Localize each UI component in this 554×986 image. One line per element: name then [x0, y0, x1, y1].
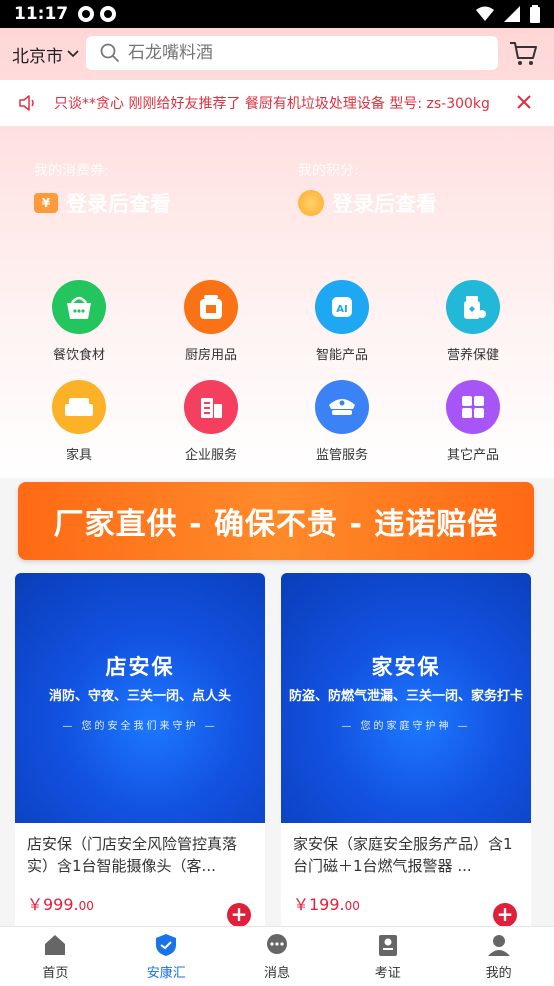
tab-label: 首页 [42, 966, 69, 981]
category-label: 企业服务 [184, 448, 237, 463]
category-other[interactable]: 其它产品 [428, 380, 518, 463]
app-notification-icon [78, 6, 95, 22]
search-input[interactable] [128, 43, 468, 63]
price-main: ￥199. [293, 895, 345, 914]
city-label: 北京市 [12, 46, 63, 67]
police-cap-icon [315, 380, 369, 434]
user-assets: 我的消费券: ¥ 登录后查看 我的积分: 登录后查看 [0, 160, 554, 240]
svg-text:AI: AI [336, 304, 347, 315]
food-basket-icon [52, 280, 106, 334]
product-image: 家安保 防盗、防燃气泄漏、三关一闭、家务打卡 — 您的家庭守护神 — [281, 573, 531, 823]
product-title: 家安保（家庭安全服务产品）含1台门磁＋1台燃气报警器 ... [293, 835, 513, 875]
product-card[interactable]: 店安保 消防、守夜、三关一闭、点人头 — 您的安全我们来守护 — 店安保（门店安… [15, 573, 265, 933]
battery-icon [530, 5, 540, 23]
product-image-slogan: — 您的安全我们来守护 — [62, 721, 218, 732]
price-decimal: 00 [78, 899, 94, 913]
tab-profile[interactable]: 我的 [443, 927, 554, 986]
chat-bubble-icon [266, 934, 287, 954]
cart-icon[interactable] [508, 38, 538, 68]
certificate-icon [378, 935, 397, 956]
category-label: 监管服务 [315, 448, 368, 463]
signal-icon [504, 6, 520, 22]
product-image-slogan: — 您的家庭守护神 — [341, 721, 471, 732]
category-label: 餐饮食材 [52, 348, 105, 363]
coupon-summary[interactable]: 我的消费券: ¥ 登录后查看 [34, 160, 171, 218]
shield-icon [156, 934, 177, 956]
product-image-subtitle: 防盗、防燃气泄漏、三关一闭、家务打卡 [288, 689, 523, 704]
points-label: 我的积分: [298, 163, 359, 179]
category-label: 其它产品 [446, 448, 499, 463]
add-to-cart-button[interactable]: + [227, 903, 251, 927]
product-image-title: 店安保 [105, 655, 175, 679]
product-title: 店安保（门店安全风险管控真落实）含1台智能摄像头（客... [27, 835, 238, 875]
search-bar[interactable] [86, 36, 498, 70]
tab-label: 安康汇 [146, 966, 186, 981]
points-value: 登录后查看 [332, 192, 437, 216]
ai-chip-icon: AI [315, 280, 369, 334]
coupon-value: 登录后查看 [66, 192, 171, 216]
city-selector[interactable]: 北京市 [12, 42, 84, 67]
category-label: 智能产品 [315, 348, 368, 363]
tab-label: 消息 [263, 966, 290, 981]
category-kitchen[interactable]: 厨房用品 [166, 280, 256, 363]
add-to-cart-button[interactable]: + [493, 903, 517, 927]
category-supervision[interactable]: 监管服务 [297, 380, 387, 463]
speaker-icon [19, 95, 34, 111]
status-bar: 11:17 [0, 0, 554, 28]
status-time: 11:17 [14, 4, 69, 24]
rice-cooker-icon [184, 280, 238, 334]
category-label: 营养保健 [446, 348, 499, 363]
product-image-title: 家安保 [371, 655, 441, 679]
price-main: ￥999. [27, 895, 79, 914]
user-icon [487, 935, 510, 956]
banner-text: 厂家直供 - 确保不贵 - 违诺赔偿 [53, 507, 499, 542]
chevron-down-icon [67, 50, 79, 58]
product-image: 店安保 消防、守夜、三关一闭、点人头 — 您的安全我们来守护 — [15, 573, 265, 823]
category-grid: 餐饮食材 厨房用品 AI 智能产品 营养保健 家具 企业服务 监管服务 其它产品 [0, 280, 554, 470]
price-decimal: 00 [344, 899, 360, 913]
search-icon [100, 43, 120, 63]
app-notification-icon [100, 6, 117, 22]
tab-label: 我的 [485, 966, 512, 981]
tab-ankanghui[interactable]: 安康汇 [111, 927, 222, 986]
pill-bottle-icon [446, 280, 500, 334]
category-furniture[interactable]: 家具 [34, 380, 124, 463]
product-card[interactable]: 家安保 防盗、防燃气泄漏、三关一闭、家务打卡 — 您的家庭守护神 — 家安保（家… [281, 573, 531, 933]
promo-banner[interactable]: 厂家直供 - 确保不贵 - 违诺赔偿 [18, 482, 534, 560]
building-icon [184, 380, 238, 434]
wifi-icon [476, 6, 494, 21]
points-summary[interactable]: 我的积分: 登录后查看 [298, 160, 437, 218]
tab-home[interactable]: 首页 [0, 927, 111, 986]
grid-icon [446, 380, 500, 434]
category-label: 厨房用品 [184, 348, 237, 363]
coupon-icon: ¥ [34, 193, 58, 213]
points-coin-icon [298, 190, 324, 216]
coupon-label: 我的消费券: [34, 163, 109, 179]
close-icon[interactable] [514, 92, 534, 112]
tab-label: 考证 [374, 966, 401, 981]
category-health[interactable]: 营养保健 [428, 280, 518, 363]
notice-bar: 只谈**贪心 刚刚给好友推荐了 餐厨有机垃圾处理设备 型号: zs-300kg [0, 80, 554, 126]
category-food[interactable]: 餐饮食材 [34, 280, 124, 363]
tab-certificate[interactable]: 考证 [332, 927, 443, 986]
notice-text: 只谈**贪心 刚刚给好友推荐了 餐厨有机垃圾处理设备 型号: zs-300kg [54, 96, 490, 112]
category-smart[interactable]: AI 智能产品 [297, 280, 387, 363]
home-icon [45, 935, 66, 955]
category-label: 家具 [65, 448, 92, 463]
product-image-subtitle: 消防、守夜、三关一闭、点人头 [48, 689, 231, 704]
sofa-icon [52, 380, 106, 434]
notification-icons [78, 6, 117, 22]
category-enterprise[interactable]: 企业服务 [166, 380, 256, 463]
tab-messages[interactable]: 消息 [222, 927, 333, 986]
top-header: 北京市 [0, 28, 554, 80]
bottom-tab-bar: 首页 安康汇 消息 考证 我的 [0, 926, 554, 986]
